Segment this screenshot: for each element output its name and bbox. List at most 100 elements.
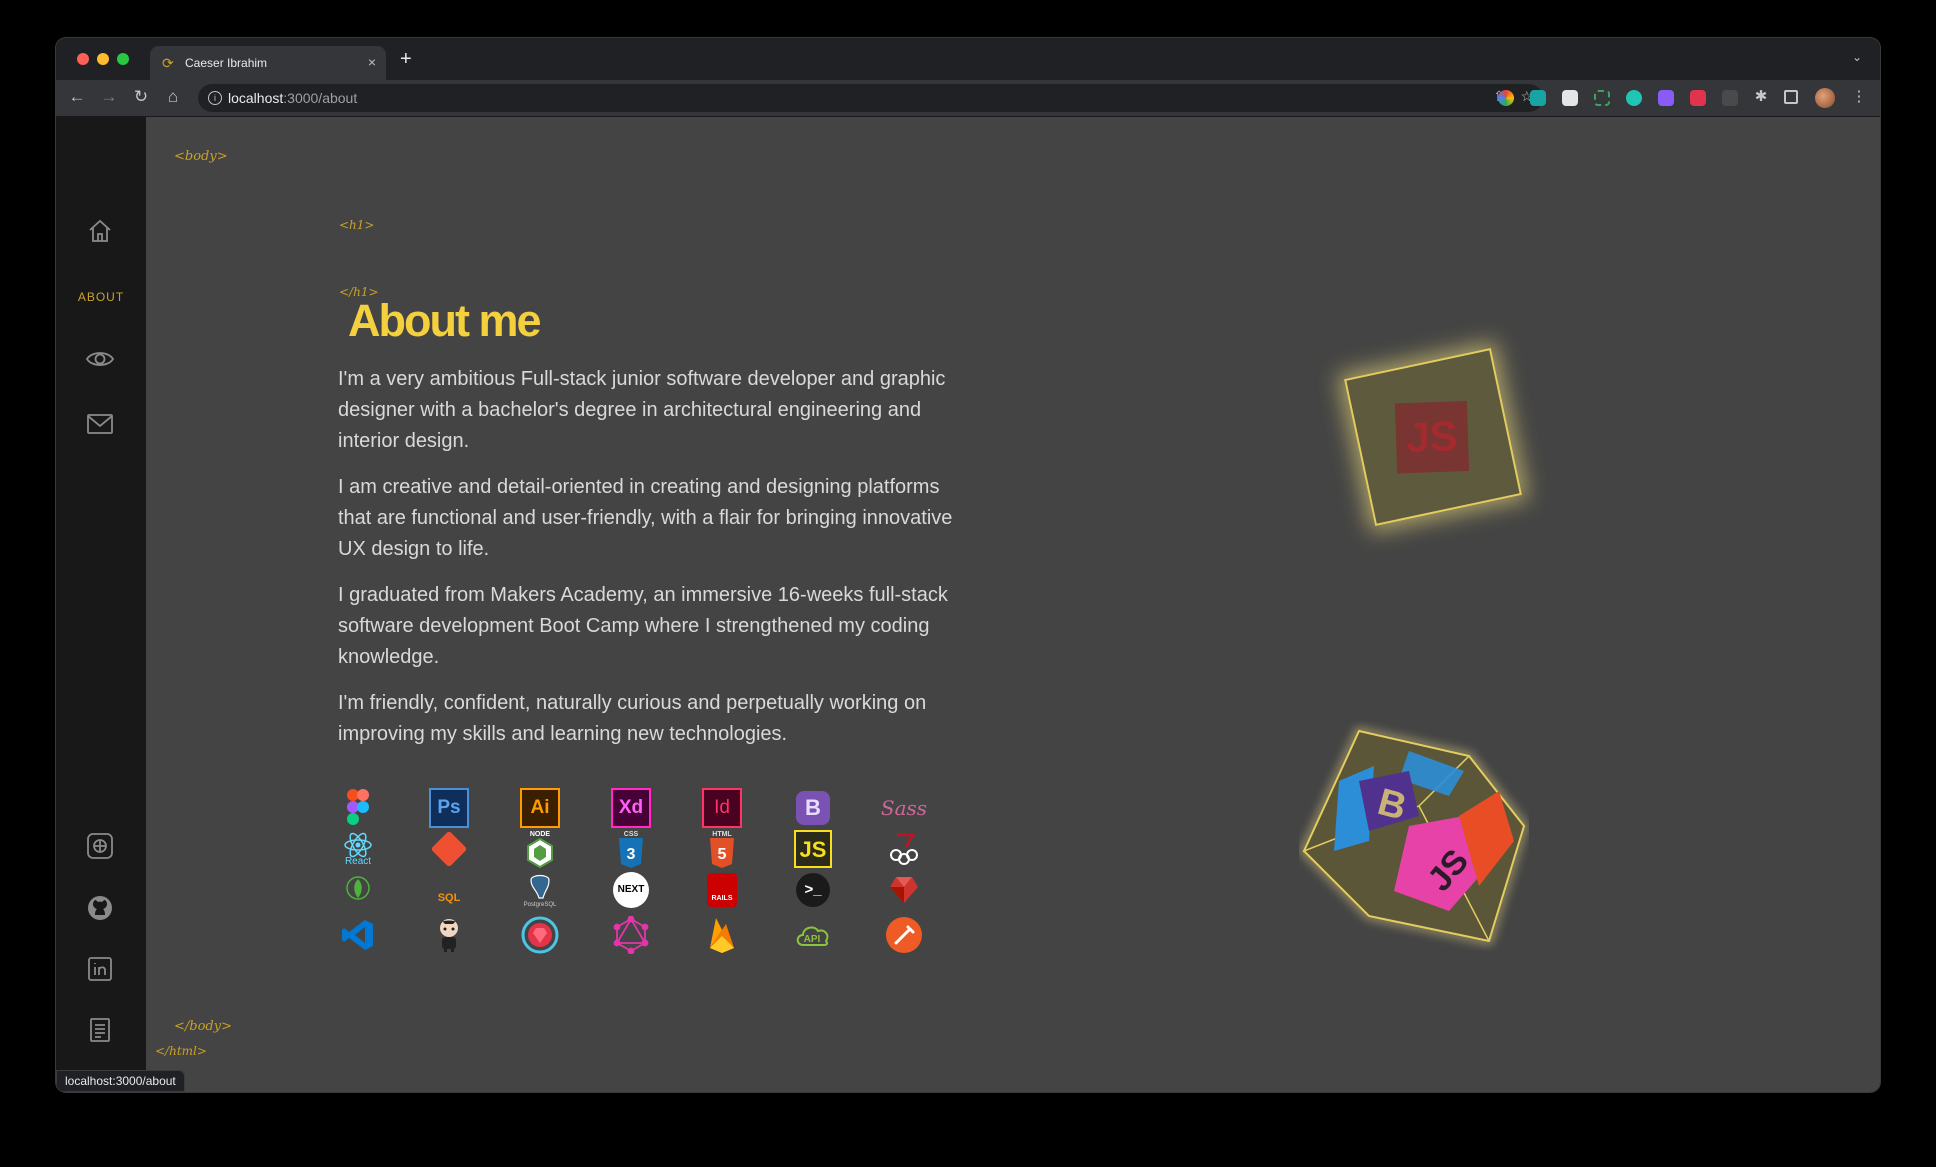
- profile-avatar[interactable]: [1815, 88, 1835, 108]
- h1-open-tag: <h1>: [339, 218, 375, 232]
- new-tab-button[interactable]: +: [400, 48, 412, 71]
- nextjs-icon: NEXT: [611, 870, 651, 910]
- maximize-window-button[interactable]: [117, 53, 129, 65]
- sass-icon: Sass: [880, 788, 928, 828]
- forward-arrow-icon[interactable]: →: [98, 86, 120, 108]
- purple-extension-icon[interactable]: [1658, 90, 1674, 106]
- react-icon: React: [338, 829, 378, 869]
- close-tab-icon[interactable]: ×: [368, 54, 376, 70]
- browser-toolbar: ← → ↻ ⌂ i localhost:3000/about ⇧ ☆ ✱ ⋮: [56, 80, 1880, 117]
- h1-close-tag: </h1>: [339, 285, 379, 299]
- indesign-icon: Id: [702, 788, 742, 828]
- red-extension-icon[interactable]: [1690, 90, 1706, 106]
- firebase-icon: [702, 915, 742, 955]
- svg-text:5: 5: [718, 846, 727, 863]
- photoshop-icon: Ps: [429, 788, 469, 828]
- rotating-cube-large: B JS: [1300, 727, 1528, 945]
- cube-js-logo: JS: [1394, 400, 1470, 474]
- next-label: NEXT: [613, 872, 649, 908]
- terminal-label: >_: [796, 873, 830, 907]
- minimize-window-button[interactable]: [97, 53, 109, 65]
- postman-icon: [884, 915, 924, 955]
- tab-title: Caeser Ibrahim: [185, 56, 268, 70]
- home-button-icon[interactable]: ⌂: [162, 86, 184, 108]
- mail-icon[interactable]: [85, 409, 115, 439]
- back-arrow-icon[interactable]: ←: [66, 86, 88, 108]
- url-host: localhost: [228, 90, 284, 106]
- terminal-icon: >_: [793, 870, 833, 910]
- color-picker-extension-icon[interactable]: [1498, 90, 1514, 106]
- ruby-icon: [884, 870, 924, 910]
- github-octocat-icon: [429, 915, 469, 955]
- sql-label: SQL: [437, 892, 461, 904]
- ruby-gem-icon: [520, 915, 560, 955]
- about-paragraph-4: I'm friendly, confident, naturally curio…: [338, 692, 927, 745]
- rails-icon: RAILS: [702, 870, 742, 910]
- mysql-icon: SQL: [429, 870, 469, 910]
- xd-label: Xd: [611, 788, 651, 828]
- linkedin-icon[interactable]: [85, 954, 115, 984]
- html5-icon: HTML 5: [702, 829, 742, 869]
- loading-favicon-icon: ⟳: [162, 55, 174, 71]
- document-icon[interactable]: [85, 1015, 115, 1045]
- rails-label: RAILS: [707, 873, 737, 907]
- url-text[interactable]: localhost:3000/about: [228, 90, 357, 106]
- active-tab[interactable]: ⟳ Caeser Ibrahim ×: [150, 46, 386, 80]
- mongodb-icon: [338, 870, 378, 910]
- about-paragraph-1: I'm a very ambitious Full-stack junior s…: [338, 368, 946, 452]
- browser-window: ⟳ Caeser Ibrahim × + ⌄ ← → ↻ ⌂ i localho…: [56, 38, 1880, 1092]
- site-info-icon[interactable]: i: [208, 91, 222, 105]
- github-icon[interactable]: [85, 893, 115, 923]
- bootstrap-label: B: [796, 791, 830, 825]
- xd-icon: Xd: [611, 788, 651, 828]
- javascript-icon: JS: [793, 829, 833, 869]
- html-close-tag: </html>: [155, 1044, 207, 1058]
- screenshot-extension-icon[interactable]: [1594, 90, 1610, 106]
- page-viewport: ABOUT <body> <h1> About me </h1> I'm a v…: [56, 117, 1880, 1092]
- sidebar-about-label[interactable]: ABOUT: [56, 290, 146, 304]
- git-icon: [429, 829, 469, 869]
- address-bar[interactable]: i localhost:3000/about ⇧ ☆: [198, 84, 1543, 112]
- eye-icon[interactable]: [85, 344, 115, 374]
- extensions-puzzle-icon[interactable]: ✱: [1750, 86, 1772, 108]
- jest-icon: [884, 829, 924, 869]
- sass-label: Sass: [880, 796, 928, 820]
- css3-icon: CSS 3: [611, 829, 651, 869]
- svg-text:API: API: [804, 934, 821, 945]
- nodejs-icon: NODE: [520, 829, 560, 869]
- postgresql-icon: PostgreSQL: [520, 870, 560, 910]
- grey-extension-icon[interactable]: [1722, 90, 1738, 106]
- illustrator-label: Ai: [520, 788, 560, 828]
- node-label: NODE: [529, 830, 551, 838]
- tab-search-chevron-icon[interactable]: ⌄: [1852, 50, 1862, 64]
- status-bar-url: localhost:3000/about: [56, 1070, 185, 1092]
- teal-extension-icon[interactable]: [1530, 90, 1546, 106]
- photoshop-label: Ps: [429, 788, 469, 828]
- page-title: About me: [348, 295, 541, 346]
- close-window-button[interactable]: [77, 53, 89, 65]
- openai-icon[interactable]: [85, 831, 115, 861]
- reload-icon[interactable]: ↻: [130, 86, 152, 108]
- bootstrap-icon: B: [793, 788, 833, 828]
- browser-menu-icon[interactable]: ⋮: [1848, 86, 1870, 108]
- react-label: React: [344, 855, 372, 867]
- html-label: HTML: [712, 830, 732, 838]
- about-paragraph-2: I am creative and detail-oriented in cre…: [338, 476, 953, 560]
- side-panel-icon[interactable]: [1784, 90, 1798, 104]
- svg-text:3: 3: [627, 846, 636, 863]
- body-open-tag: <body>: [174, 149, 228, 164]
- calendar-extension-icon[interactable]: [1562, 90, 1578, 106]
- graphql-icon: [611, 915, 651, 955]
- w-extension-icon[interactable]: [1626, 90, 1642, 106]
- rotating-cube-small: JS: [1344, 348, 1522, 526]
- figma-icon: [338, 789, 378, 829]
- about-paragraph-3: I graduated from Makers Academy, an imme…: [338, 584, 948, 668]
- sidebar: ABOUT: [56, 117, 146, 1092]
- home-icon[interactable]: [85, 216, 115, 246]
- illustrator-icon: Ai: [520, 788, 560, 828]
- js-label: JS: [794, 830, 832, 868]
- body-close-tag: </body>: [174, 1019, 232, 1034]
- vscode-icon: [338, 915, 378, 955]
- url-path: :3000/about: [283, 90, 358, 106]
- indesign-label: Id: [702, 788, 742, 828]
